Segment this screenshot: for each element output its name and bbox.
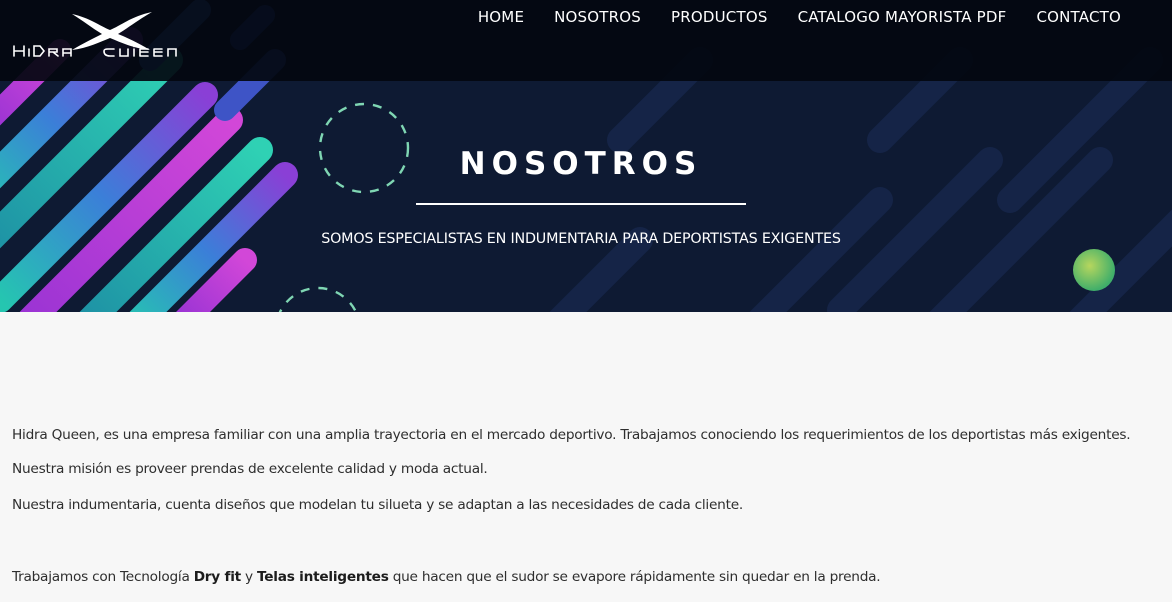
nav-nosotros-link[interactable]: NOSOTROS	[554, 8, 641, 26]
page-subtitle: SOMOS ESPECIALISTAS EN INDUMENTARIA PARA…	[321, 231, 841, 247]
main-navigation: HOME NOSOTROS PRODUCTOS CATALOGO MAYORIS…	[448, 0, 1121, 34]
technology-suffix: que hacen que el sudor se evapore rápida…	[388, 569, 881, 585]
brand-logo[interactable]	[10, 8, 215, 64]
hidra-queen-logo-icon	[13, 12, 177, 57]
nav-productos-link[interactable]: PRODUCTOS	[671, 8, 768, 26]
about-paragraph-mission: Nuestra misión es proveer prendas de exc…	[12, 461, 488, 477]
hero-banner: HOME NOSOTROS PRODUCTOS CATALOGO MAYORIS…	[0, 0, 1172, 312]
nav-home-link[interactable]: HOME	[478, 8, 524, 26]
title-divider	[416, 203, 746, 205]
technology-dry-fit: Dry fit	[193, 569, 242, 585]
technology-middle: y	[240, 569, 257, 585]
technology-smart-fabrics: Telas inteligentes	[257, 569, 389, 585]
nav-catalogo-link[interactable]: CATALOGO MAYORISTA PDF	[798, 8, 1007, 26]
about-paragraph-intro: Hidra Queen, es una empresa familiar con…	[12, 427, 1131, 443]
nav-contacto-link[interactable]: CONTACTO	[1036, 8, 1121, 26]
about-paragraph-design: Nuestra indumentaria, cuenta diseños que…	[12, 497, 743, 513]
technology-prefix: Trabajamos con Tecnología	[12, 569, 194, 585]
about-paragraph-technology: Trabajamos con Tecnología Dry fit y Tela…	[12, 569, 881, 585]
top-navigation-bar: HOME NOSOTROS PRODUCTOS CATALOGO MAYORIS…	[0, 0, 1172, 81]
page-title: NOSOTROS	[459, 146, 703, 182]
